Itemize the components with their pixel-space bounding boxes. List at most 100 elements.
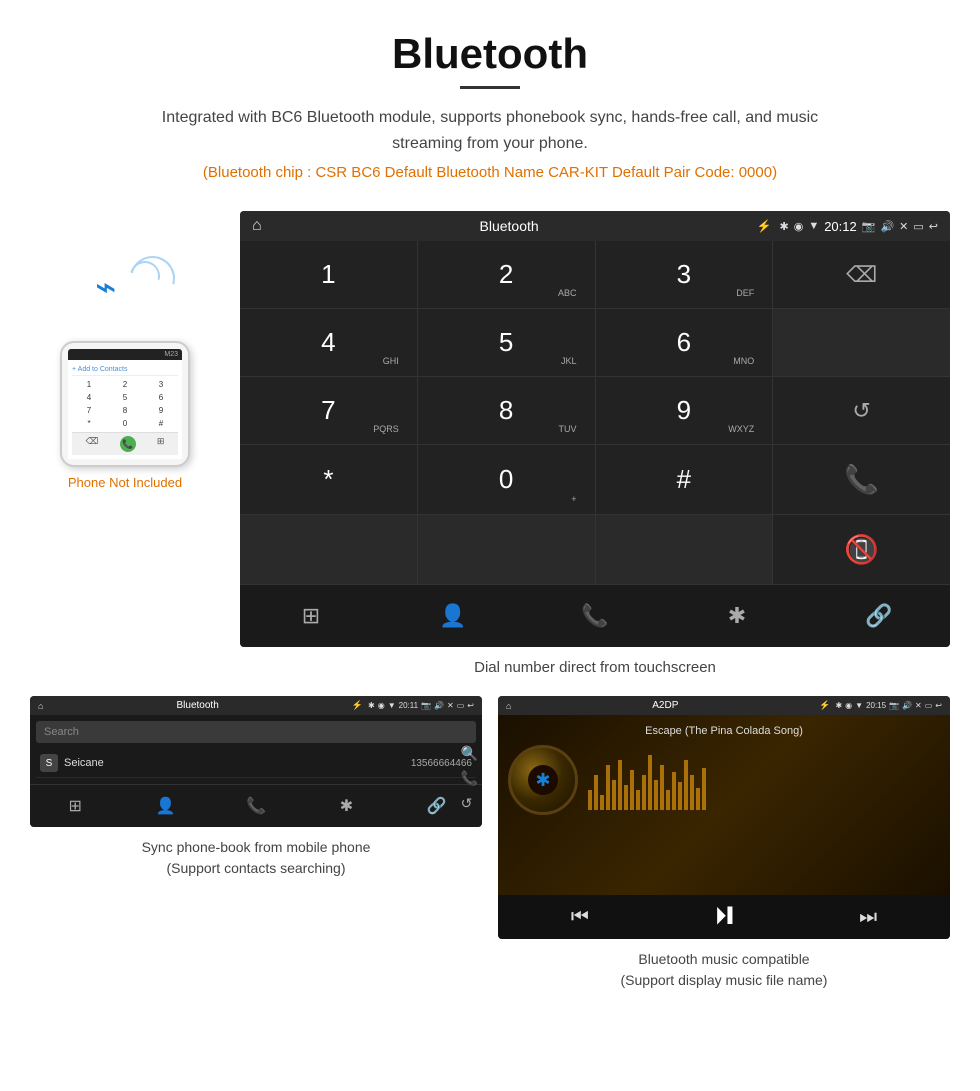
nav-contacts[interactable]: 👤 xyxy=(382,595,524,637)
music-row: ✱ xyxy=(508,745,940,815)
key-star[interactable]: * xyxy=(240,445,417,514)
pb-nav-contacts[interactable]: 👤 xyxy=(120,792,210,820)
contact-name: Seicane xyxy=(64,757,405,769)
pb-icon-column: 🔍 📞 ↺ xyxy=(461,745,478,812)
status-time: 20:12 xyxy=(824,219,857,234)
music-title-bar: A2DP xyxy=(516,700,814,711)
music-screen: ⌂ A2DP ⚡ ✱ ◉ ▼ 20:15 📷 🔊 ✕ ▭ ↩ Escape (T… xyxy=(498,696,950,939)
music-home-icon[interactable]: ⌂ xyxy=(506,701,511,711)
key-4[interactable]: 4GHI xyxy=(240,309,417,376)
backspace-icon: ⌫ xyxy=(846,262,877,288)
refresh-icon[interactable]: ↺ xyxy=(461,795,478,812)
pb-win-icon[interactable]: ▭ xyxy=(457,701,465,710)
pb-nav-dialpad[interactable]: ⊞ xyxy=(30,792,120,820)
back-icon[interactable]: ↩ xyxy=(929,220,938,233)
window-icon[interactable]: ▭ xyxy=(913,220,923,233)
key-8[interactable]: 8TUV xyxy=(418,377,595,444)
key-7[interactable]: 7PQRS xyxy=(240,377,417,444)
contact-row[interactable]: S Seicane 13566664466 xyxy=(36,749,476,778)
key-hash[interactable]: # xyxy=(596,445,773,514)
pb-status-icons: ✱ ◉ ▼ 20:11 📷 🔊 ✕ ▭ ↩ xyxy=(368,701,474,710)
phone-screen: + Add to Contacts 123 456 789 *0# ⌫ 📞 ⊞ xyxy=(68,360,182,459)
music-usb-icon: ⚡ xyxy=(819,700,830,711)
pb-usb-icon: ⚡ xyxy=(352,700,363,711)
home-icon[interactable]: ⌂ xyxy=(252,217,262,235)
dialpad-grid: 1 2ABC 3DEF ⌫ 4GHI 5JKL 6MNO 7PQRS 8TUV … xyxy=(240,241,950,584)
visualizer-bar xyxy=(684,760,688,810)
visualizer-bar xyxy=(666,790,670,810)
pb-title: Bluetooth xyxy=(48,700,346,711)
usb-icon: ⚡ xyxy=(757,219,772,233)
pb-x-icon[interactable]: ✕ xyxy=(447,701,454,710)
main-content: ⌁ M23 + Add to Contacts 123 456 789 *0# … xyxy=(0,211,980,676)
music-time: 20:15 xyxy=(866,701,886,710)
nav-phone[interactable]: 📞 xyxy=(524,595,666,637)
pb-sig-icon: ▼ xyxy=(388,701,396,710)
music-win-icon[interactable]: ▭ xyxy=(925,701,933,710)
close-icon[interactable]: ✕ xyxy=(899,220,908,233)
phone-icon[interactable]: 📞 xyxy=(461,770,478,787)
wave2 xyxy=(122,248,183,309)
pb-home-icon[interactable]: ⌂ xyxy=(38,701,43,711)
search-bar[interactable]: Search xyxy=(36,721,476,743)
music-visualizer xyxy=(588,750,940,810)
pb-status-bar: ⌂ Bluetooth ⚡ ✱ ◉ ▼ 20:11 📷 🔊 ✕ ▭ ↩ xyxy=(30,696,482,715)
nav-bluetooth[interactable]: ✱ xyxy=(666,595,808,637)
key-1[interactable]: 1 xyxy=(240,241,417,308)
call-green-cell[interactable]: 📞 xyxy=(773,445,950,514)
phone-add-contact: + Add to Contacts xyxy=(72,364,178,376)
visualizer-bar xyxy=(702,768,706,810)
pb-time: 20:11 xyxy=(399,701,418,710)
visualizer-bar xyxy=(654,780,658,810)
pb-cam-icon: 📷 xyxy=(421,701,431,710)
phonebook-caption: Sync phone-book from mobile phone(Suppor… xyxy=(142,837,371,879)
pb-bt-icon: ✱ xyxy=(368,701,375,710)
reload-cell[interactable]: ↺ xyxy=(773,377,950,444)
key-3[interactable]: 3DEF xyxy=(596,241,773,308)
header-divider xyxy=(460,86,520,89)
visualizer-bar xyxy=(690,775,694,810)
key-6[interactable]: 6MNO xyxy=(596,309,773,376)
song-title: Escape (The Pina Colada Song) xyxy=(645,725,803,737)
music-back-icon[interactable]: ↩ xyxy=(935,701,942,710)
album-art: ✱ xyxy=(508,745,578,815)
music-x-icon[interactable]: ✕ xyxy=(915,701,922,710)
key-2[interactable]: 2ABC xyxy=(418,241,595,308)
backspace-cell[interactable]: ⌫ xyxy=(773,241,950,308)
visualizer-bar xyxy=(600,795,604,810)
visualizer-bar xyxy=(660,765,664,810)
screen-section: ⌂ Bluetooth ⚡ ✱ ◉ ▼ 20:12 📷 🔊 ✕ ▭ ↩ xyxy=(240,211,950,676)
phone-bottom-bar: ⌫ 📞 ⊞ xyxy=(72,432,178,455)
nav-link[interactable]: 🔗 xyxy=(808,595,950,637)
call-red-cell[interactable]: 📵 xyxy=(773,515,950,584)
next-button[interactable]: ⏭ xyxy=(859,906,877,929)
android-screen: ⌂ Bluetooth ⚡ ✱ ◉ ▼ 20:12 📷 🔊 ✕ ▭ ↩ xyxy=(240,211,950,647)
nav-dialpad[interactable]: ⊞ xyxy=(240,595,382,637)
music-status-bar: ⌂ A2DP ⚡ ✱ ◉ ▼ 20:15 📷 🔊 ✕ ▭ ↩ xyxy=(498,696,950,715)
pb-back-icon[interactable]: ↩ xyxy=(467,701,474,710)
camera-icon: 📷 xyxy=(862,220,876,233)
call-red-icon: 📵 xyxy=(844,533,879,566)
key-9[interactable]: 9WXYZ xyxy=(596,377,773,444)
dial-caption: Dial number direct from touchscreen xyxy=(240,659,950,676)
key-0[interactable]: 0+ xyxy=(418,445,595,514)
pb-bottom-nav: ⊞ 👤 📞 ✱ 🔗 xyxy=(30,784,482,827)
signal-icon: ▼ xyxy=(808,220,819,232)
bottom-panels: ⌂ Bluetooth ⚡ ✱ ◉ ▼ 20:11 📷 🔊 ✕ ▭ ↩ Sear… xyxy=(0,696,980,1021)
visualizer-bar xyxy=(642,775,646,810)
location-icon: ◉ xyxy=(794,220,804,233)
visualizer-bar xyxy=(648,755,652,810)
pb-nav-phone[interactable]: 📞 xyxy=(211,792,301,820)
bluetooth-waves: ⌁ xyxy=(85,251,165,331)
android-status-bar: ⌂ Bluetooth ⚡ ✱ ◉ ▼ 20:12 📷 🔊 ✕ ▭ ↩ xyxy=(240,211,950,241)
phonebook-inner: Search S Seicane 13566664466 🔍 📞 ↺ xyxy=(30,715,482,784)
prev-button[interactable]: ⏮ xyxy=(571,906,589,929)
search-icon[interactable]: 🔍 xyxy=(461,745,478,762)
play-pause-button[interactable]: ⏵❙ xyxy=(715,903,734,931)
music-status-icons: ✱ ◉ ▼ 20:15 📷 🔊 ✕ ▭ ↩ xyxy=(835,701,942,710)
phone-not-included-label: Phone Not Included xyxy=(68,475,182,490)
pb-nav-bt[interactable]: ✱ xyxy=(301,792,391,820)
visualizer-bar xyxy=(618,760,622,810)
empty-bottom-3 xyxy=(596,515,773,584)
key-5[interactable]: 5JKL xyxy=(418,309,595,376)
